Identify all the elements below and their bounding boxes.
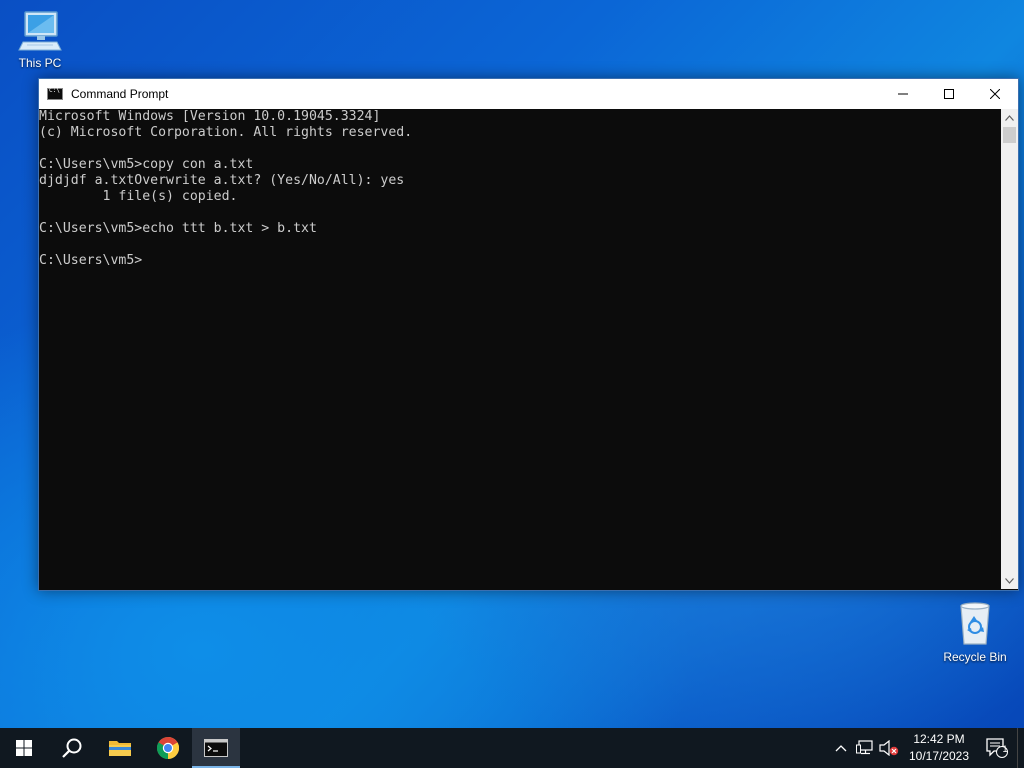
- console-line: 1 file(s) copied.: [39, 189, 238, 204]
- window-controls: [880, 79, 1018, 109]
- console-line: Microsoft Windows [Version 10.0.19045.33…: [39, 109, 381, 124]
- cmd-icon: [47, 87, 63, 100]
- taskbar-file-explorer[interactable]: [96, 728, 144, 768]
- computer-icon: [18, 11, 62, 51]
- console-line: C:\Users\vm5>copy con a.txt: [39, 157, 254, 172]
- chevron-up-icon: [835, 745, 847, 752]
- chevron-down-icon: [1005, 577, 1014, 584]
- clock-time: 12:42 PM: [913, 732, 965, 746]
- close-icon: [990, 89, 1000, 99]
- search-button[interactable]: [48, 728, 96, 768]
- console-output[interactable]: Microsoft Windows [Version 10.0.19045.33…: [39, 109, 999, 589]
- window-title: Command Prompt: [71, 87, 169, 101]
- minimize-icon: [898, 93, 908, 95]
- desktop: This PC Recycle Bin Command Prompt: [0, 0, 1024, 728]
- network-button[interactable]: [853, 728, 877, 768]
- volume-button[interactable]: [877, 728, 901, 768]
- show-desktop-button[interactable]: [1017, 728, 1024, 768]
- windows-logo-icon: [16, 740, 32, 756]
- desktop-icon-this-pc[interactable]: This PC: [0, 8, 80, 70]
- window-titlebar[interactable]: Command Prompt: [39, 79, 1018, 109]
- minimize-button[interactable]: [880, 79, 926, 109]
- network-icon: [856, 740, 873, 755]
- scroll-down-button[interactable]: [1001, 572, 1018, 589]
- system-tray: 12:42 PM 10/17/2023 1: [829, 728, 1024, 768]
- search-icon: [62, 738, 82, 758]
- vertical-scrollbar[interactable]: [1001, 109, 1018, 589]
- chrome-icon: [157, 737, 179, 759]
- desktop-icon-recycle-bin[interactable]: Recycle Bin: [935, 600, 1015, 664]
- folder-icon: [109, 741, 131, 756]
- taskbar-command-prompt[interactable]: [192, 728, 240, 768]
- start-button[interactable]: [0, 728, 48, 768]
- scrollbar-thumb[interactable]: [1003, 127, 1016, 143]
- desktop-icon-label: This PC: [18, 56, 62, 70]
- console-line: djdjdf a.txtOverwrite a.txt? (Yes/No/All…: [39, 173, 405, 188]
- recycle-bin-icon: [960, 602, 990, 645]
- taskbar: 12:42 PM 10/17/2023 1: [0, 728, 1024, 768]
- maximize-button[interactable]: [926, 79, 972, 109]
- show-hidden-icons-button[interactable]: [829, 728, 853, 768]
- chevron-up-icon: [1005, 114, 1014, 121]
- maximize-icon: [944, 89, 954, 99]
- desktop-icon-label: Recycle Bin: [943, 650, 1007, 664]
- volume-muted-icon: [879, 740, 899, 756]
- cmd-icon: [204, 739, 228, 757]
- scroll-up-button[interactable]: [1001, 109, 1018, 126]
- close-button[interactable]: [972, 79, 1018, 109]
- command-prompt-window[interactable]: Command Prompt Microsoft Windows [Versio…: [38, 78, 1019, 591]
- action-center-button[interactable]: 1: [977, 728, 1017, 768]
- notification-count-badge: 1: [1002, 744, 1008, 754]
- clock-date: 10/17/2023: [908, 749, 970, 763]
- taskbar-clock[interactable]: 12:42 PM 10/17/2023: [901, 731, 977, 765]
- console-line: C:\Users\vm5>echo ttt b.txt > b.txt: [39, 221, 317, 236]
- console-prompt-line: C:\Users\vm5>: [39, 253, 143, 268]
- taskbar-chrome[interactable]: [144, 728, 192, 768]
- console-line: (c) Microsoft Corporation. All rights re…: [39, 125, 413, 140]
